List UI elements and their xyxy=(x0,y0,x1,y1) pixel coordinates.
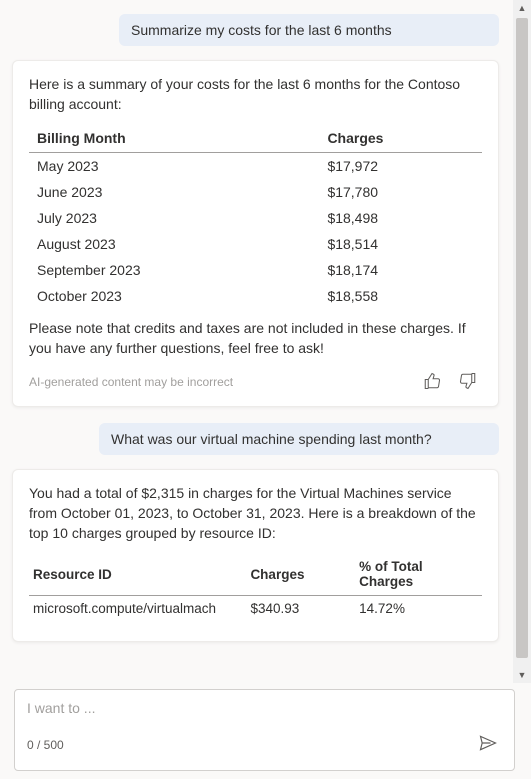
table-row: September 2023$18,174 xyxy=(29,257,482,283)
send-icon xyxy=(478,741,498,756)
scrollbar-thumb[interactable] xyxy=(516,18,528,658)
vm-table: Resource ID Charges % of Total Charges m… xyxy=(29,553,482,621)
thumbs-down-button[interactable] xyxy=(454,368,482,396)
table-row: October 2023$18,558 xyxy=(29,283,482,309)
scrollbar-track[interactable]: ▲ ▼ xyxy=(513,0,531,683)
table-row: June 2023$17,780 xyxy=(29,179,482,205)
assistant-card-vm: You had a total of $2,315 in charges for… xyxy=(12,469,499,642)
chat-input-bar: 0 / 500 xyxy=(14,689,515,771)
thumbs-up-button[interactable] xyxy=(418,368,446,396)
scroll-down-icon[interactable]: ▼ xyxy=(513,667,531,683)
user-message-text: Summarize my costs for the last 6 months xyxy=(131,22,392,38)
user-message-text: What was our virtual machine spending la… xyxy=(111,431,432,447)
assistant-intro: Here is a summary of your costs for the … xyxy=(29,75,482,114)
thumbs-up-icon xyxy=(423,372,441,393)
scroll-up-icon[interactable]: ▲ xyxy=(513,0,531,16)
send-button[interactable] xyxy=(474,729,502,760)
chat-scroll-area[interactable]: Summarize my costs for the last 6 months… xyxy=(0,0,511,683)
ai-disclaimer: AI-generated content may be incorrect xyxy=(29,375,410,389)
table-row: July 2023$18,498 xyxy=(29,205,482,231)
table-row: May 2023$17,972 xyxy=(29,153,482,180)
user-message: Summarize my costs for the last 6 months xyxy=(119,14,499,46)
col-header-charges: Charges xyxy=(323,124,482,153)
table-row: August 2023$18,514 xyxy=(29,231,482,257)
col-header-resource: Resource ID xyxy=(29,553,246,596)
col-header-pct: % of Total Charges xyxy=(355,553,482,596)
thumbs-down-icon xyxy=(459,372,477,393)
table-row: microsoft.compute/virtualmach $340.93 14… xyxy=(29,596,482,622)
card-footer: AI-generated content may be incorrect xyxy=(29,368,482,396)
assistant-intro: You had a total of $2,315 in charges for… xyxy=(29,484,482,543)
costs-table: Billing Month Charges May 2023$17,972 Ju… xyxy=(29,124,482,309)
assistant-card-costs: Here is a summary of your costs for the … xyxy=(12,60,499,407)
chat-input[interactable] xyxy=(27,700,502,716)
user-message: What was our virtual machine spending la… xyxy=(99,423,499,455)
col-header-charges: Charges xyxy=(246,553,355,596)
char-counter: 0 / 500 xyxy=(27,738,64,752)
assistant-outro: Please note that credits and taxes are n… xyxy=(29,319,482,358)
col-header-month: Billing Month xyxy=(29,124,323,153)
